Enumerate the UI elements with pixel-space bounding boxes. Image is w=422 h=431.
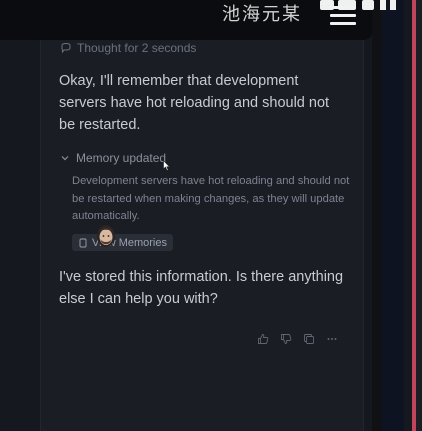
assistant-message: I've stored this information. Is there a…: [59, 269, 344, 307]
thought-bubble-icon: [61, 42, 71, 54]
thumbs-up-icon: [257, 333, 268, 344]
thumbs-up-button[interactable]: [256, 332, 269, 345]
side-panel-edge: [382, 0, 404, 431]
memory-updated-label: Memory updated: [76, 151, 167, 165]
memory-updated-toggle[interactable]: Memory updated: [60, 151, 166, 165]
copy-icon: [303, 333, 314, 344]
assistant-message: Okay, I'll remember that development ser…: [59, 73, 330, 133]
divider: [372, 0, 382, 431]
copy-button[interactable]: [302, 332, 315, 345]
thumbs-down-icon: [280, 333, 291, 344]
chevron-down-icon: [61, 156, 69, 161]
watermark-text: 池海元某: [222, 4, 302, 24]
document-icon: [79, 238, 87, 247]
top-overlay: 池海元某: [0, 0, 396, 40]
memory-content: Development servers have hot reloading a…: [72, 175, 350, 222]
more-button[interactable]: [325, 332, 338, 345]
thought-label: Thought for 2 seconds: [77, 41, 197, 55]
message-actions: [256, 332, 338, 345]
view-memories-button[interactable]: View Memories: [72, 234, 173, 251]
hamburger-menu-icon[interactable]: [330, 6, 356, 28]
screen: 池海元某 Thought for 2 seconds Okay, I'll re…: [0, 0, 422, 431]
window-edge: [416, 0, 422, 431]
mouse-cursor-icon: [163, 160, 171, 171]
thumbs-down-button[interactable]: [279, 332, 292, 345]
thought-indicator[interactable]: Thought for 2 seconds: [60, 41, 196, 55]
avatar: [97, 225, 115, 247]
more-icon: [327, 337, 336, 340]
